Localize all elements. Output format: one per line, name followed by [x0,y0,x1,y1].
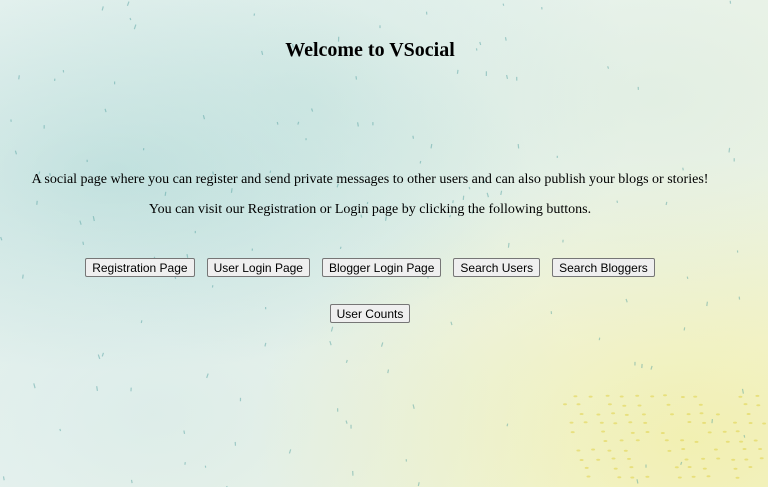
nav-button-row: Registration Page User Login Page Blogge… [0,258,740,277]
secondary-button-row: User Counts [0,304,740,323]
page-title: Welcome to VSocial [285,39,455,61]
main-content: Welcome to VSocial A social page where y… [0,0,768,487]
search-bloggers-button[interactable]: Search Bloggers [552,258,655,277]
search-users-button[interactable]: Search Users [453,258,541,277]
intro-description: A social page where you can register and… [31,172,709,187]
user-counts-button[interactable]: User Counts [329,304,411,323]
registration-page-button[interactable]: Registration Page [85,258,195,277]
blogger-login-page-button[interactable]: Blogger Login Page [321,258,442,277]
user-login-page-button[interactable]: User Login Page [206,258,310,277]
navigation-hint: You can visit our Registration or Login … [148,202,592,217]
